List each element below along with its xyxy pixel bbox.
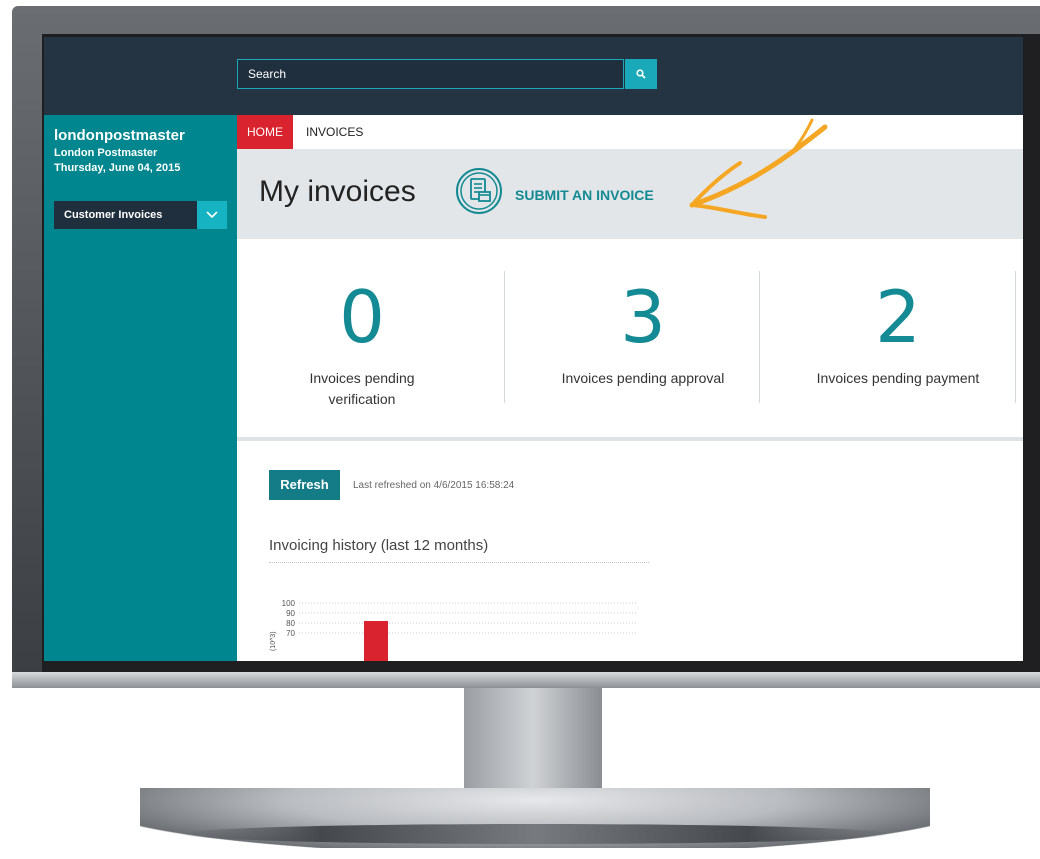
stat-divider [504, 271, 505, 403]
user-full-name: London Postmaster [54, 147, 158, 159]
invoicing-history-chart: 100908070 (10^3) [270, 599, 637, 661]
history-title-underline [269, 562, 649, 563]
stat-label: Invoices pending payment [816, 370, 980, 386]
stat-label: Invoices pending approval [561, 370, 725, 386]
chart-bar [364, 621, 388, 661]
search-input[interactable]: Search [237, 59, 624, 89]
y-tick-label: 70 [286, 629, 295, 638]
annotation-arrow-icon [689, 118, 828, 219]
breadcrumb: HOME INVOICES [237, 115, 1023, 149]
customer-invoices-dropdown[interactable]: Customer Invoices [54, 201, 227, 229]
y-tick-label: 90 [286, 609, 295, 618]
dropdown-toggle[interactable] [197, 201, 227, 229]
stat-value: 3 [620, 275, 666, 359]
history-title: Invoicing history (last 12 months) [269, 537, 489, 554]
section-divider [237, 437, 1023, 441]
refresh-button[interactable]: Refresh [269, 470, 340, 500]
chevron-down-icon [206, 211, 218, 219]
stat-divider [1015, 271, 1016, 403]
search-button[interactable] [625, 59, 657, 89]
stat-label: Invoices pending verification [309, 370, 415, 407]
current-date: Thursday, June 04, 2015 [54, 162, 181, 174]
stat-divider [759, 271, 760, 403]
invoice-stats: 0 Invoices pending verification 3 Invoic… [237, 239, 1023, 439]
stat-pending-approval[interactable]: 3 Invoices pending approval [518, 239, 768, 439]
username: londonpostmaster [54, 127, 185, 144]
y-axis-label: (10^3) [270, 631, 277, 651]
dropdown-label: Customer Invoices [64, 209, 163, 221]
y-tick-label: 80 [286, 619, 295, 628]
invoice-icon[interactable] [455, 167, 503, 215]
stat-pending-payment[interactable]: 2 Invoices pending payment [773, 239, 1023, 439]
monitor-chin [12, 672, 1040, 688]
stat-pending-verification[interactable]: 0 Invoices pending verification [237, 239, 487, 439]
breadcrumb-invoices[interactable]: INVOICES [306, 115, 363, 149]
app-screen: Search londonpostmaster London Postmaste… [44, 37, 1023, 661]
breadcrumb-home[interactable]: HOME [237, 115, 293, 149]
submit-invoice-link[interactable]: SUBMIT AN INVOICE [515, 187, 654, 203]
page-header: My invoices SUBMIT AN INVOICE [237, 149, 1023, 239]
y-tick-label: 100 [282, 599, 296, 608]
stat-value: 2 [875, 275, 921, 359]
search-icon [636, 69, 646, 79]
stat-value: 0 [339, 275, 385, 359]
top-bar: Search [44, 37, 1023, 115]
page-title: My invoices [259, 175, 416, 208]
last-refreshed-text: Last refreshed on 4/6/2015 16:58:24 [353, 480, 515, 491]
monitor-stand-edge [180, 824, 890, 844]
sidebar: londonpostmaster London Postmaster Thurs… [44, 115, 237, 661]
